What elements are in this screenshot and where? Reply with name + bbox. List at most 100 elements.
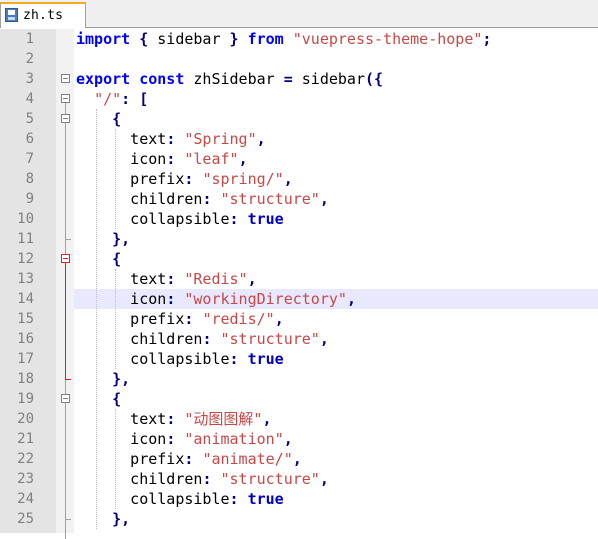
- code-line[interactable]: 24 collapsible: true: [0, 489, 598, 509]
- code-line[interactable]: 4 "/": [: [0, 89, 598, 109]
- code-line[interactable]: 11 },: [0, 229, 598, 249]
- line-code: children: "structure",: [74, 329, 598, 349]
- fold-end-marker: [65, 239, 71, 240]
- line-number: 20: [17, 411, 34, 427]
- fold-toggle-icon[interactable]: [61, 254, 70, 263]
- code-token: {: [112, 250, 122, 268]
- code-token: {: [112, 390, 122, 408]
- code-line[interactable]: 6 text: "Spring",: [0, 129, 598, 149]
- code-token: true: [247, 350, 284, 368]
- fold-toggle-icon[interactable]: [61, 94, 70, 103]
- code-token: :: [229, 210, 239, 228]
- code-token: :: [166, 150, 176, 168]
- line-code: text: "动图图解",: [74, 409, 598, 429]
- code-editor[interactable]: 1 import { sidebar } from "vuepress-theme…: [0, 29, 598, 539]
- line-code: {: [74, 249, 598, 269]
- code-line[interactable]: 17 collapsible: true: [0, 349, 598, 369]
- code-line[interactable]: 18 },: [0, 369, 598, 389]
- line-code: export const zhSidebar = sidebar({: [74, 69, 598, 89]
- code-token: ,: [283, 430, 293, 448]
- code-line[interactable]: 13 text: "Redis",: [0, 269, 598, 289]
- line-number: 15: [17, 311, 34, 327]
- code-line[interactable]: 21 icon: "animation",: [0, 429, 598, 449]
- code-token: ,: [256, 130, 266, 148]
- line-code: {: [74, 109, 598, 129]
- code-line[interactable]: 22 prefix: "animate/",: [0, 449, 598, 469]
- line-number: 5: [25, 111, 34, 127]
- code-line[interactable]: 3 export const zhSidebar = sidebar({: [0, 69, 598, 89]
- fold-guide-line: [65, 263, 66, 379]
- code-token: true: [247, 490, 284, 508]
- code-token: },: [112, 230, 131, 248]
- code-line[interactable]: 1 import { sidebar } from "vuepress-theme…: [0, 29, 598, 49]
- code-token: "动图图解": [184, 410, 263, 428]
- code-token: }: [229, 30, 239, 48]
- code-token: ,: [283, 170, 293, 188]
- line-code: {: [74, 389, 598, 409]
- line-code: import { sidebar } from "vuepress-theme-…: [74, 29, 598, 49]
- line-code: collapsible: true: [74, 349, 598, 369]
- code-token: "animate/": [202, 450, 293, 468]
- code-line[interactable]: 19 {: [0, 389, 598, 409]
- code-line[interactable]: 23 children: "structure",: [0, 469, 598, 489]
- code-token: import: [76, 30, 131, 48]
- code-token: icon: [76, 430, 167, 448]
- code-token: zhSidebar: [184, 70, 284, 88]
- code-token: "animation": [184, 430, 284, 448]
- code-line[interactable]: 9 children: "structure",: [0, 189, 598, 209]
- tab-zh-ts[interactable]: zh.ts: [0, 2, 86, 28]
- code-line[interactable]: 12 {: [0, 249, 598, 269]
- line-code: collapsible: true: [74, 489, 598, 509]
- fold-toggle-icon[interactable]: [61, 114, 70, 123]
- code-line[interactable]: 2: [0, 49, 598, 69]
- line-number: 13: [17, 271, 34, 287]
- code-token: "spring/": [202, 170, 284, 188]
- code-token: true: [247, 210, 284, 228]
- code-token: },: [112, 370, 131, 388]
- code-token: :: [229, 350, 239, 368]
- fold-toggle-icon[interactable]: [61, 394, 70, 403]
- code-token: :: [121, 90, 131, 108]
- fold-end-marker: [65, 379, 71, 380]
- code-line[interactable]: 16 children: "structure",: [0, 329, 598, 349]
- code-token: ,: [319, 190, 329, 208]
- code-token: ,: [292, 450, 302, 468]
- line-number: 2: [25, 51, 34, 67]
- code-line[interactable]: 25 },: [0, 509, 598, 529]
- file-save-icon: [5, 8, 18, 22]
- line-code: icon: "animation",: [74, 429, 598, 449]
- line-number: 14: [17, 291, 34, 307]
- code-token: prefix: [76, 310, 185, 328]
- code-line[interactable]: 8 prefix: "spring/",: [0, 169, 598, 189]
- fold-toggle-icon[interactable]: [61, 74, 70, 83]
- code-line[interactable]: 7 icon: "leaf",: [0, 149, 598, 169]
- code-line[interactable]: 14 icon: "workingDirectory",: [0, 289, 598, 309]
- code-line[interactable]: 10 collapsible: true: [0, 209, 598, 229]
- code-token: :: [166, 130, 176, 148]
- line-code: },: [74, 229, 598, 249]
- line-number: 19: [17, 391, 34, 407]
- code-token: text: [76, 130, 167, 148]
- line-number: 24: [17, 491, 34, 507]
- code-token: "leaf": [184, 150, 239, 168]
- line-number: 23: [17, 471, 34, 487]
- code-line[interactable]: 15 prefix: "redis/",: [0, 309, 598, 329]
- code-line[interactable]: 5 {: [0, 109, 598, 129]
- line-code: prefix: "redis/",: [74, 309, 598, 329]
- line-number: 10: [17, 211, 34, 227]
- line-code: },: [74, 509, 598, 529]
- line-number: 18: [17, 371, 34, 387]
- code-token: "structure": [220, 330, 320, 348]
- tab-label: zh.ts: [23, 8, 64, 23]
- line-number: 17: [17, 351, 34, 367]
- code-line[interactable]: 20 text: "动图图解",: [0, 409, 598, 429]
- code-token: "/": [94, 90, 122, 108]
- code-token: sidebar: [148, 30, 230, 48]
